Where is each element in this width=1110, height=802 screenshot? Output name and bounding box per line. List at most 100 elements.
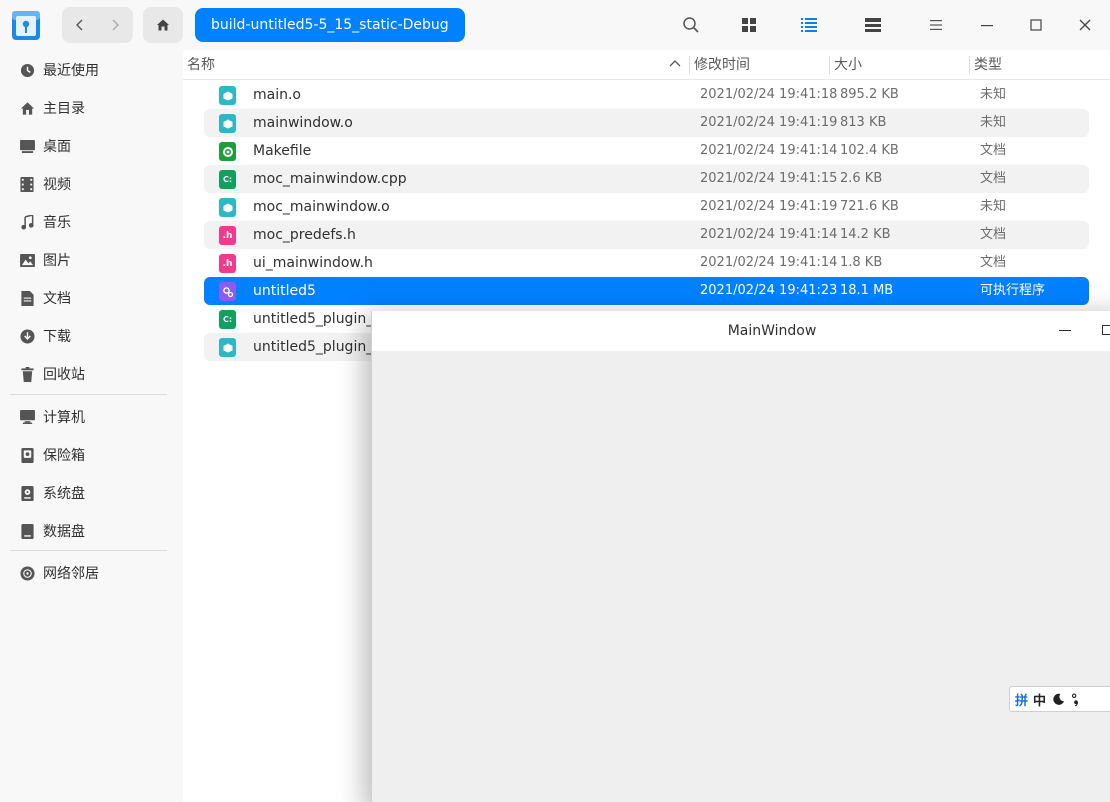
close-button[interactable]	[1073, 13, 1097, 37]
detail-view-button[interactable]	[861, 13, 885, 37]
sidebar-item-label: 音乐	[43, 215, 71, 231]
file-row[interactable]: mainwindow.o 2021/02/24 19:41:19 813 KB …	[204, 109, 1089, 137]
vault-icon	[19, 447, 35, 463]
column-divider[interactable]	[969, 56, 970, 74]
header-file-icon: .h	[219, 254, 236, 273]
minimize-button[interactable]	[975, 13, 999, 37]
sidebar-item-video[interactable]: 视频	[10, 166, 170, 202]
sort-ascending-icon[interactable]	[669, 58, 681, 70]
close-icon	[1079, 19, 1091, 31]
desktop-icon	[19, 138, 35, 154]
back-button[interactable]	[62, 7, 97, 43]
file-type: 可执行程序	[980, 283, 1046, 298]
file-type: 未知	[980, 199, 1007, 214]
sidebar-item-desktop[interactable]: 桌面	[10, 128, 170, 164]
file-name: untitled5_plugin_	[253, 311, 374, 327]
data-disk-icon	[19, 523, 35, 539]
download-icon	[19, 328, 35, 344]
icon-view-icon	[742, 18, 756, 32]
file-row[interactable]: C: moc_mainwindow.cpp 2021/02/24 19:41:1…	[204, 165, 1089, 193]
file-row[interactable]: .h moc_predefs.h 2021/02/24 19:41:14 14.…	[204, 221, 1089, 249]
object-file-icon	[219, 338, 236, 357]
search-button[interactable]	[679, 13, 703, 37]
maximize-button[interactable]	[1024, 13, 1048, 37]
menu-icon	[930, 20, 942, 30]
navigation-buttons	[62, 7, 133, 43]
trash-icon	[19, 366, 35, 382]
breadcrumb-current-folder[interactable]: build-untitled5-5_15_static-Debug	[195, 8, 465, 42]
detail-view-icon	[865, 18, 881, 32]
file-row[interactable]: Makefile 2021/02/24 19:41:14 102.4 KB 文档	[204, 137, 1089, 165]
file-type: 文档	[980, 143, 1007, 158]
file-name: untitled5	[253, 283, 316, 299]
sidebar-item-label: 图片	[43, 253, 71, 269]
ime-chinese-mode[interactable]: 中	[1033, 690, 1046, 709]
video-icon	[19, 176, 35, 192]
file-name: moc_mainwindow.o	[253, 199, 390, 215]
file-name: moc_mainwindow.cpp	[253, 171, 407, 187]
sidebar-item-system-disk[interactable]: 系统盘	[10, 475, 170, 511]
sidebar-item-label: 保险箱	[43, 448, 85, 464]
sidebar-item-label: 计算机	[43, 410, 85, 426]
file-modified: 2021/02/24 19:41:18	[700, 87, 838, 102]
file-modified: 2021/02/24 19:41:23	[700, 283, 838, 298]
column-modified-header[interactable]: 修改时间	[694, 50, 750, 80]
file-row[interactable]: main.o 2021/02/24 19:41:18 895.2 KB 未知	[204, 81, 1089, 109]
column-type-header[interactable]: 类型	[974, 50, 1002, 80]
forward-button[interactable]	[97, 7, 132, 43]
list-view-button[interactable]	[797, 13, 821, 37]
column-divider[interactable]	[829, 56, 830, 74]
ime-pinyin-mode[interactable]: 拼	[1015, 690, 1028, 709]
sidebar-item-label: 主目录	[43, 101, 85, 117]
home-icon	[157, 19, 169, 31]
column-size-header[interactable]: 大小	[834, 50, 862, 80]
file-name: moc_predefs.h	[253, 227, 356, 243]
column-header: 名称 修改时间 大小 类型	[183, 50, 1110, 80]
home-button[interactable]	[143, 7, 183, 43]
sidebar-item-label: 数据盘	[43, 524, 85, 540]
column-name-header[interactable]: 名称	[187, 50, 215, 80]
sidebar-item-downloads[interactable]: 下载	[10, 318, 170, 354]
music-icon	[19, 214, 35, 230]
sidebar-item-music[interactable]: 音乐	[10, 204, 170, 240]
file-name: mainwindow.o	[253, 115, 353, 131]
input-method-bar[interactable]: 拼 中	[1009, 686, 1110, 712]
file-row[interactable]: .h ui_mainwindow.h 2021/02/24 19:41:14 1…	[204, 249, 1089, 277]
sidebar-item-computer[interactable]: 计算机	[10, 399, 170, 435]
sidebar-item-label: 最近使用	[43, 63, 99, 79]
sidebar-item-network[interactable]: 网络邻居	[10, 555, 170, 591]
file-row-selected[interactable]: untitled5 2021/02/24 19:41:23 18.1 MB 可执…	[204, 277, 1089, 305]
main-window-minimize-icon[interactable]	[1059, 330, 1071, 331]
file-size: 14.2 KB	[840, 227, 891, 242]
file-name: Makefile	[253, 143, 312, 159]
sidebar-item-label: 文档	[43, 291, 71, 307]
file-type: 文档	[980, 255, 1007, 270]
file-row[interactable]: moc_mainwindow.o 2021/02/24 19:41:19 721…	[204, 193, 1089, 221]
file-name: untitled5_plugin_	[253, 339, 374, 355]
sidebar-item-vault[interactable]: 保险箱	[10, 437, 170, 473]
main-window-maximize-icon[interactable]	[1102, 325, 1110, 335]
main-menu-button[interactable]	[924, 13, 948, 37]
minimize-icon	[981, 25, 993, 27]
computer-icon	[19, 409, 35, 425]
sidebar-item-label: 系统盘	[43, 486, 85, 502]
sidebar-item-documents[interactable]: 文档	[10, 280, 170, 316]
file-modified: 2021/02/24 19:41:14	[700, 143, 838, 158]
punctuation-icon[interactable]	[1071, 693, 1081, 706]
icon-view-button[interactable]	[737, 13, 761, 37]
sidebar-item-pictures[interactable]: 图片	[10, 242, 170, 278]
makefile-icon	[219, 142, 236, 161]
column-divider[interactable]	[689, 56, 690, 74]
main-window-title-bar[interactable]: MainWindow	[372, 311, 1110, 351]
main-window-overlay[interactable]: MainWindow	[371, 311, 1110, 802]
sidebar-item-home[interactable]: 主目录	[10, 90, 170, 126]
file-size: 2.6 KB	[840, 171, 883, 186]
sidebar-item-trash[interactable]: 回收站	[10, 356, 170, 392]
object-file-icon	[219, 198, 236, 217]
moon-icon[interactable]	[1052, 693, 1065, 706]
sidebar-item-label: 桌面	[43, 139, 71, 155]
sidebar-item-data-disk[interactable]: 数据盘	[10, 513, 170, 549]
sidebar-item-recent[interactable]: 最近使用	[10, 52, 170, 88]
file-manager-logo-icon	[11, 9, 41, 41]
cpp-file-icon: C:	[219, 170, 236, 189]
